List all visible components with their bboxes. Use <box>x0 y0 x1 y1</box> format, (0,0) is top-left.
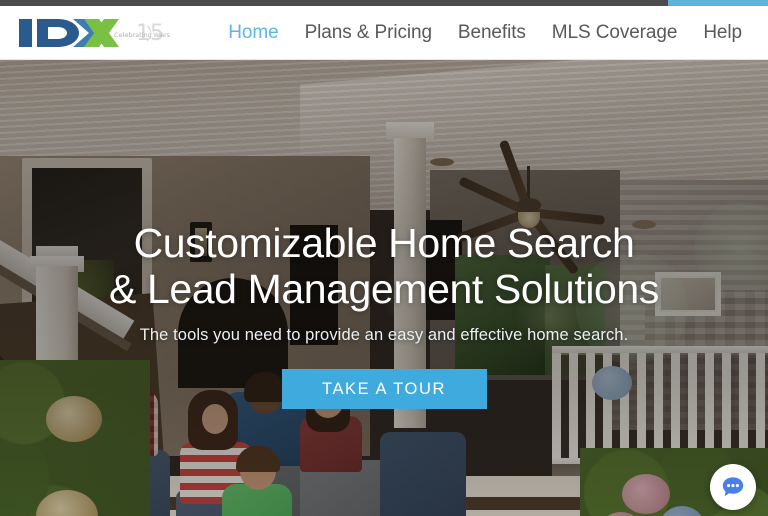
nav-link-help[interactable]: Help <box>703 22 742 44</box>
hero-title-line-2: & Lead Management Solutions <box>109 266 659 312</box>
site-header: 15 Celebrating Years Home Plans & Pricin… <box>0 6 768 60</box>
svg-text:Years: Years <box>152 31 170 39</box>
hero-content: Customizable Home Search & Lead Manageme… <box>0 60 768 516</box>
idx-logo-mark: 15 Celebrating Years <box>19 18 170 47</box>
page-load-progress-bar <box>0 0 768 6</box>
hero-title-line-1: Customizable Home Search <box>133 220 635 266</box>
hero-title: Customizable Home Search & Lead Manageme… <box>109 220 659 312</box>
take-a-tour-button[interactable]: TAKE A TOUR <box>281 369 487 409</box>
nav-link-plans-pricing[interactable]: Plans & Pricing <box>305 22 432 44</box>
hero-subtitle: The tools you need to provide an easy an… <box>139 326 629 344</box>
main-navigation: Home Plans & Pricing Benefits MLS Covera… <box>228 22 742 44</box>
nav-link-home[interactable]: Home <box>228 22 278 44</box>
svg-text:Celebrating: Celebrating <box>114 31 152 39</box>
idx-logo[interactable]: 15 Celebrating Years <box>18 14 170 52</box>
chat-bubble-icon <box>722 477 744 497</box>
hero-section: Customizable Home Search & Lead Manageme… <box>0 60 768 516</box>
page-load-progress-fill <box>668 0 768 6</box>
nav-link-mls-coverage[interactable]: MLS Coverage <box>552 22 678 44</box>
nav-link-benefits[interactable]: Benefits <box>458 22 526 44</box>
chat-widget-button[interactable] <box>710 464 756 510</box>
